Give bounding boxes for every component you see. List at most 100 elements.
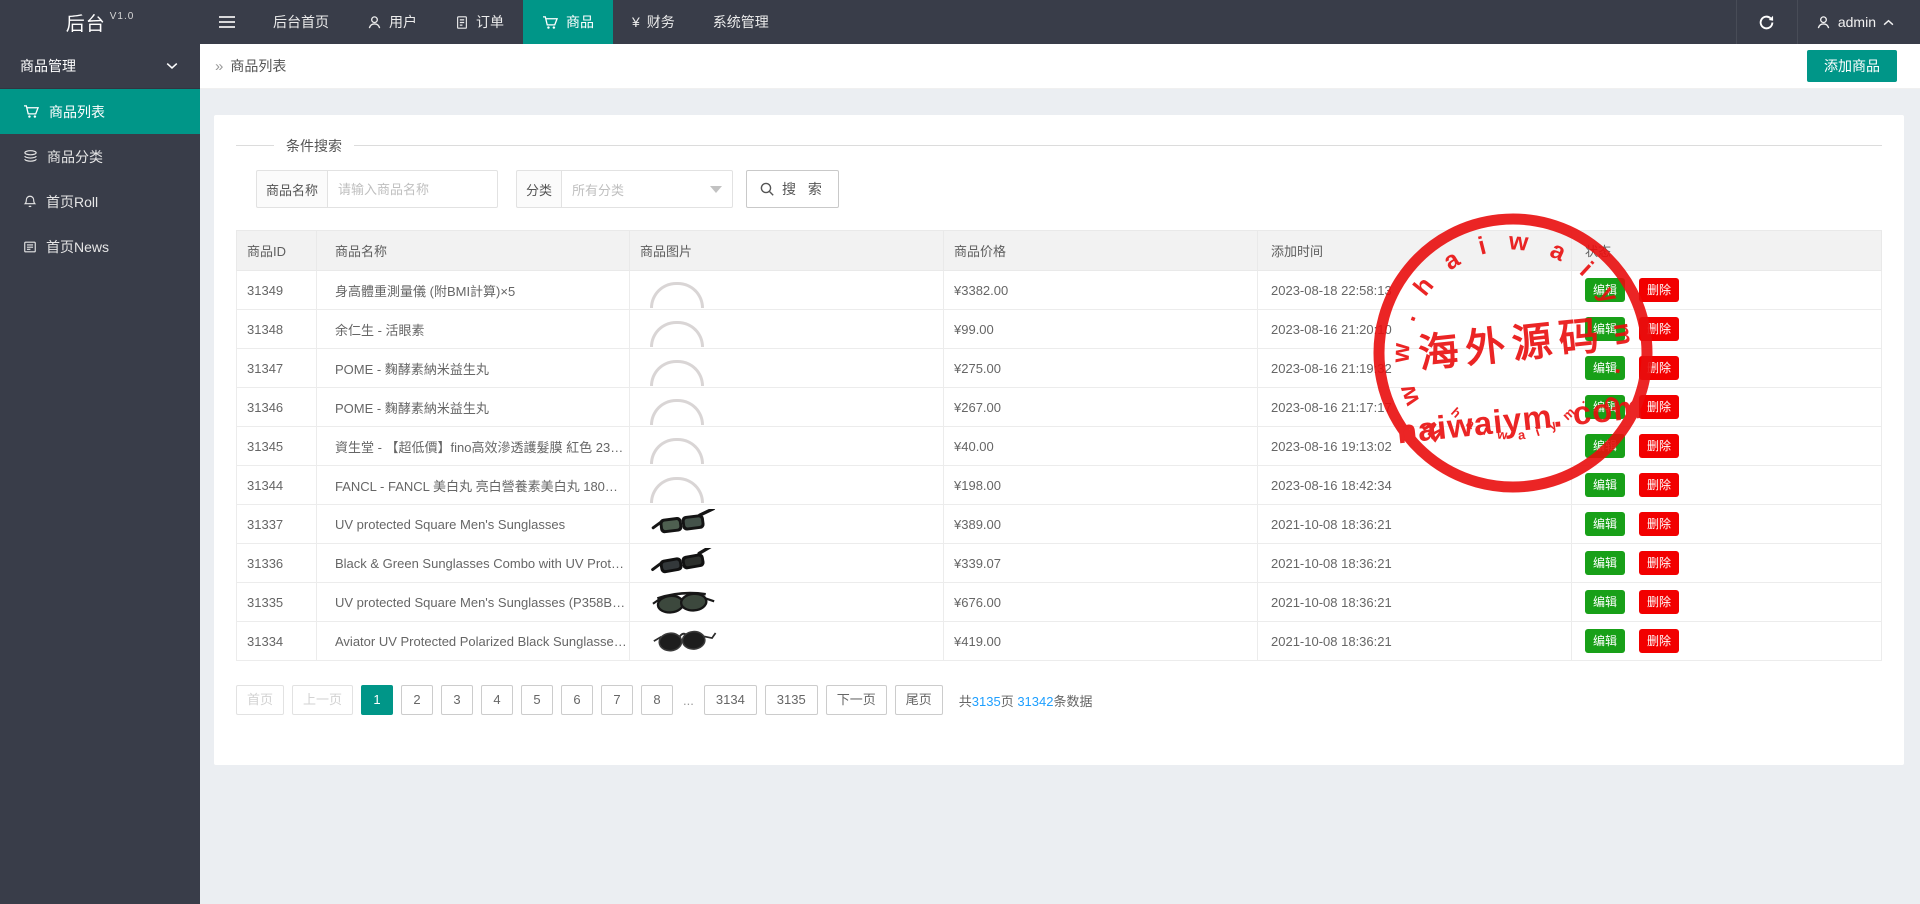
delete-button[interactable]: 删除 [1639,434,1679,458]
table-row: 31334Aviator UV Protected Polarized Blac… [237,622,1882,661]
top-header: 后台 V1.0 后台首页用户订单商品¥财务系统管理 admin [0,0,1920,44]
add-time-cell: 2023-08-18 22:58:13 [1258,271,1572,310]
col-status: 状态 [1572,231,1882,271]
sidebar-item-label: 商品列表 [49,102,105,122]
page-next-button[interactable]: 下一页 [826,685,887,715]
page-number-8[interactable]: 8 [641,685,673,715]
nav-item-label: 系统管理 [713,12,769,32]
category-label: 分类 [516,170,561,208]
edit-button[interactable]: 编辑 [1585,473,1625,497]
user-menu[interactable]: admin [1798,0,1920,44]
product-name-cell: UV protected Square Men's Sunglasses (P3… [317,583,630,622]
delete-button[interactable]: 删除 [1639,395,1679,419]
page-number-5[interactable]: 5 [521,685,553,715]
edit-button[interactable]: 编辑 [1585,317,1625,341]
sidebar-item-0[interactable]: 商品列表 [0,89,200,134]
nav-item-5[interactable]: 系统管理 [694,0,788,44]
news-icon [23,240,37,254]
nav-item-0[interactable]: 后台首页 [254,0,348,44]
page-content: 条件搜索 商品名称 分类 所有分类 搜 索 [200,89,1920,904]
add-product-button[interactable]: 添加商品 [1807,50,1897,82]
breadcrumb-bar: » 商品列表 添加商品 [200,44,1920,89]
edit-button[interactable]: 编辑 [1585,356,1625,380]
sidebar-item-label: 首页News [46,237,109,257]
edit-button[interactable]: 编辑 [1585,629,1625,653]
product-name-input[interactable] [327,170,498,208]
page-number-1[interactable]: 1 [361,685,393,715]
table-row: 31335UV protected Square Men's Sunglasse… [237,583,1882,622]
chevron-up-icon [1883,19,1894,26]
col-product-price: 商品价格 [944,231,1258,271]
product-image-cell [630,427,944,466]
page-first-button[interactable]: 首页 [236,685,284,715]
product-image-cell [630,310,944,349]
search-legend: 条件搜索 [274,136,354,156]
nav-item-1[interactable]: 用户 [348,0,436,44]
delete-button[interactable]: 删除 [1639,278,1679,302]
product-id-cell: 31346 [237,388,317,427]
sidebar-section-goods[interactable]: 商品管理 [0,44,200,89]
refresh-button[interactable] [1736,0,1798,44]
delete-button[interactable]: 删除 [1639,356,1679,380]
nav-item-3[interactable]: 商品 [523,0,613,44]
delete-button[interactable]: 删除 [1639,590,1679,614]
menu-toggle-button[interactable] [200,0,254,44]
edit-button[interactable]: 编辑 [1585,512,1625,536]
delete-button[interactable]: 删除 [1639,317,1679,341]
edit-button[interactable]: 编辑 [1585,278,1625,302]
actions-cell: 编辑删除 [1572,271,1882,310]
sidebar-section-label: 商品管理 [20,56,76,76]
delete-button[interactable]: 删除 [1639,512,1679,536]
page-number-3[interactable]: 3 [441,685,473,715]
product-name-cell: UV protected Square Men's Sunglasses [317,505,630,544]
nav-item-label: 后台首页 [273,12,329,32]
page-ellipsis: ... [683,693,694,708]
edit-button[interactable]: 编辑 [1585,395,1625,419]
page-number-4[interactable]: 4 [481,685,513,715]
sidebar-item-1[interactable]: 商品分类 [0,134,200,179]
edit-button[interactable]: 编辑 [1585,434,1625,458]
delete-button[interactable]: 删除 [1639,551,1679,575]
page-number-3134[interactable]: 3134 [704,685,757,715]
cart-icon [542,15,559,30]
product-name-cell: POME - 麴酵素納米益生丸 [317,388,630,427]
product-image-cell [630,466,944,505]
page-number-6[interactable]: 6 [561,685,593,715]
product-price-cell: ¥3382.00 [944,271,1258,310]
category-select-value: 所有分类 [572,180,624,199]
sidebar-item-3[interactable]: 首页News [0,224,200,269]
product-image-cell [630,622,944,661]
page-number-3135[interactable]: 3135 [765,685,818,715]
sidebar: 商品管理 商品列表商品分类首页Roll 首页News [0,44,200,904]
page-prev-button[interactable]: 上一页 [292,685,353,715]
table-row: 31348余仁生 - 活眼素¥99.002023-08-16 21:20:10编… [237,310,1882,349]
image-placeholder-icon [650,399,704,425]
sidebar-item-label: 商品分类 [47,147,103,167]
product-price-cell: ¥676.00 [944,583,1258,622]
page-number-7[interactable]: 7 [601,685,633,715]
page-number-2[interactable]: 2 [401,685,433,715]
table-row: 31336Black & Green Sunglasses Combo with… [237,544,1882,583]
search-button[interactable]: 搜 索 [746,170,839,208]
product-name-cell: 身高體重測量儀 (附BMI計算)×5 [317,271,630,310]
category-select[interactable]: 所有分类 [561,170,733,208]
nav-item-2[interactable]: 订单 [436,0,523,44]
header-spacer [788,0,1736,44]
edit-button[interactable]: 编辑 [1585,590,1625,614]
actions-cell: 编辑删除 [1572,544,1882,583]
page-last-button[interactable]: 尾页 [895,685,943,715]
table-row: 31344FANCL - FANCL 美白丸 亮白營養素美白丸 180粒 (..… [237,466,1882,505]
product-price-cell: ¥198.00 [944,466,1258,505]
user-icon [367,15,382,30]
search-button-label: 搜 索 [782,179,826,199]
add-time-cell: 2023-08-16 18:42:34 [1258,466,1572,505]
delete-button[interactable]: 删除 [1639,629,1679,653]
nav-item-4[interactable]: ¥财务 [613,0,694,44]
delete-button[interactable]: 删除 [1639,473,1679,497]
product-image-cell [630,505,944,544]
user-icon [1816,15,1831,30]
edit-button[interactable]: 编辑 [1585,551,1625,575]
table-row: 31345資生堂 - 【超低價】fino高效滲透護髮膜 紅色 230g...¥4… [237,427,1882,466]
sidebar-item-2[interactable]: 首页Roll [0,179,200,224]
add-time-cell: 2023-08-16 21:19:32 [1258,349,1572,388]
